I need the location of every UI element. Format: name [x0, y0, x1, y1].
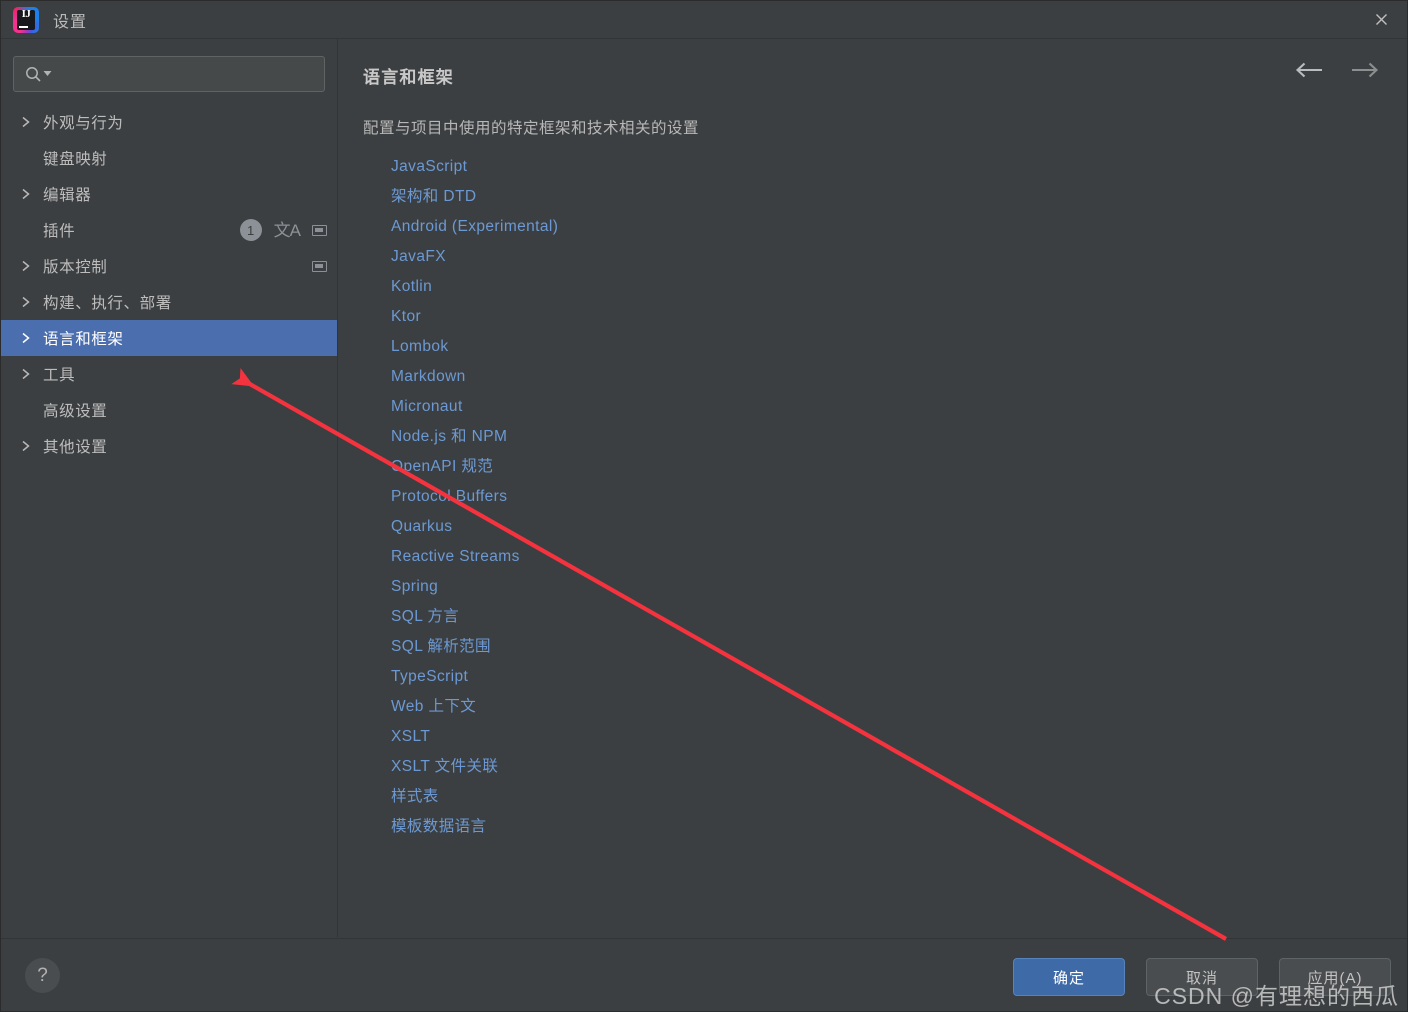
- framework-link[interactable]: TypeScript: [391, 662, 468, 692]
- sidebar-item-plugins[interactable]: 插件 1 文A: [1, 212, 337, 248]
- framework-link[interactable]: Node.js 和 NPM: [391, 422, 507, 452]
- framework-link[interactable]: Web 上下文: [391, 692, 476, 722]
- search-dropdown-chevron-icon[interactable]: [43, 65, 52, 83]
- chevron-right-icon[interactable]: [21, 260, 43, 272]
- framework-link[interactable]: 架构和 DTD: [391, 182, 476, 212]
- arrow-left-icon[interactable]: [1295, 61, 1325, 79]
- framework-link[interactable]: Protocol Buffers: [391, 482, 507, 512]
- framework-link[interactable]: Reactive Streams: [391, 542, 520, 572]
- sidebar-item-advanced-settings[interactable]: 高级设置: [1, 392, 337, 428]
- sidebar-item-other-settings[interactable]: 其他设置: [1, 428, 337, 464]
- navigation-arrows: [1295, 61, 1379, 79]
- dialog-content: 外观与行为 键盘映射 编辑器 插件 1 文A 版本控制 构建、执行、部署 语言和…: [1, 39, 1407, 937]
- framework-link[interactable]: Android (Experimental): [391, 212, 558, 242]
- chevron-right-icon: [21, 404, 43, 416]
- apply-button[interactable]: 应用(A): [1279, 958, 1391, 996]
- sidebar-item-version-control[interactable]: 版本控制: [1, 248, 337, 284]
- framework-link[interactable]: Ktor: [391, 302, 421, 332]
- sidebar-item-label: 插件: [43, 223, 76, 240]
- close-icon[interactable]: [1353, 1, 1407, 38]
- sidebar-item-editor[interactable]: 编辑器: [1, 176, 337, 212]
- title-bar: IJ 设置: [1, 1, 1407, 39]
- search-box[interactable]: [13, 56, 325, 92]
- framework-link[interactable]: Markdown: [391, 362, 466, 392]
- settings-tree: 外观与行为 键盘映射 编辑器 插件 1 文A 版本控制 构建、执行、部署 语言和…: [1, 104, 337, 464]
- window-icon[interactable]: [312, 260, 327, 272]
- version-control-row-icons: [312, 248, 327, 284]
- main-header: 语言和框架: [339, 39, 1407, 88]
- framework-link[interactable]: 模板数据语言: [391, 812, 486, 842]
- framework-link[interactable]: Micronaut: [391, 392, 463, 422]
- framework-link[interactable]: Lombok: [391, 332, 449, 362]
- dialog-footer: ? 确定 取消 应用(A): [1, 938, 1407, 1011]
- chevron-right-icon[interactable]: [21, 116, 43, 128]
- plugins-update-badge[interactable]: 1: [239, 219, 262, 241]
- sidebar-item-label: 外观与行为: [43, 115, 124, 132]
- sidebar-item-label: 构建、执行、部署: [43, 295, 172, 312]
- page-title: 语言和框架: [363, 68, 454, 87]
- sidebar-item-label: 键盘映射: [43, 151, 108, 168]
- chevron-right-icon[interactable]: [21, 296, 43, 308]
- sidebar-item-label: 语言和框架: [43, 331, 124, 348]
- sidebar-item-label: 版本控制: [43, 259, 108, 276]
- framework-link[interactable]: Kotlin: [391, 272, 432, 302]
- chevron-right-icon: [21, 152, 43, 164]
- cancel-button[interactable]: 取消: [1146, 958, 1258, 996]
- framework-link[interactable]: XSLT: [391, 722, 430, 752]
- framework-link[interactable]: 样式表: [391, 782, 439, 812]
- framework-link[interactable]: JavaScript: [391, 152, 467, 182]
- settings-dialog: IJ 设置 外观与行为 键盘映射 编辑器 插件 1 文A 版本控制 构建、执行、…: [0, 0, 1408, 1012]
- translate-icon[interactable]: 文A: [274, 222, 301, 239]
- sidebar-item-tools[interactable]: 工具: [1, 356, 337, 392]
- settings-main-panel: 语言和框架 配置与项目中使用的特定框架和技术相关的设置 JavaScript 架…: [339, 39, 1407, 937]
- sidebar-item-label: 其他设置: [43, 439, 108, 456]
- sidebar-item-label: 高级设置: [43, 403, 108, 420]
- sidebar-item-label: 编辑器: [43, 187, 92, 204]
- framework-link[interactable]: XSLT 文件关联: [391, 752, 498, 782]
- sidebar-item-label: 工具: [43, 367, 76, 384]
- sidebar-item-languages-frameworks[interactable]: 语言和框架: [1, 320, 337, 356]
- sidebar-item-keymap[interactable]: 键盘映射: [1, 140, 337, 176]
- page-description: 配置与项目中使用的特定框架和技术相关的设置: [363, 120, 700, 137]
- plugins-row-icons: 1 文A: [239, 212, 327, 248]
- framework-link-list: JavaScript 架构和 DTD Android (Experimental…: [391, 152, 1407, 842]
- intellij-idea-logo-icon: IJ: [13, 6, 39, 33]
- ok-button[interactable]: 确定: [1013, 958, 1125, 996]
- search-icon: [24, 65, 43, 84]
- chevron-right-icon: [21, 224, 43, 236]
- arrow-right-icon[interactable]: [1349, 61, 1379, 79]
- framework-link[interactable]: SQL 方言: [391, 602, 459, 632]
- framework-link[interactable]: OpenAPI 规范: [391, 452, 493, 482]
- settings-sidebar: 外观与行为 键盘映射 编辑器 插件 1 文A 版本控制 构建、执行、部署 语言和…: [1, 39, 338, 937]
- dialog-button-row: 确定 取消 应用(A): [1013, 958, 1391, 996]
- framework-link[interactable]: Spring: [391, 572, 438, 602]
- framework-link[interactable]: Quarkus: [391, 512, 452, 542]
- help-question-icon[interactable]: ?: [25, 958, 60, 993]
- window-icon[interactable]: [312, 224, 327, 236]
- framework-link[interactable]: JavaFX: [391, 242, 446, 272]
- framework-link[interactable]: SQL 解析范围: [391, 632, 491, 662]
- sidebar-item-build-execution-deployment[interactable]: 构建、执行、部署: [1, 284, 337, 320]
- sidebar-item-appearance-behavior[interactable]: 外观与行为: [1, 104, 337, 140]
- chevron-right-icon[interactable]: [21, 440, 43, 452]
- chevron-right-icon[interactable]: [21, 188, 43, 200]
- search-input[interactable]: [58, 57, 324, 91]
- chevron-right-icon[interactable]: [21, 368, 43, 380]
- window-title: 设置: [53, 13, 88, 31]
- sidebar-search-wrap: [13, 56, 325, 92]
- chevron-right-icon[interactable]: [21, 332, 43, 344]
